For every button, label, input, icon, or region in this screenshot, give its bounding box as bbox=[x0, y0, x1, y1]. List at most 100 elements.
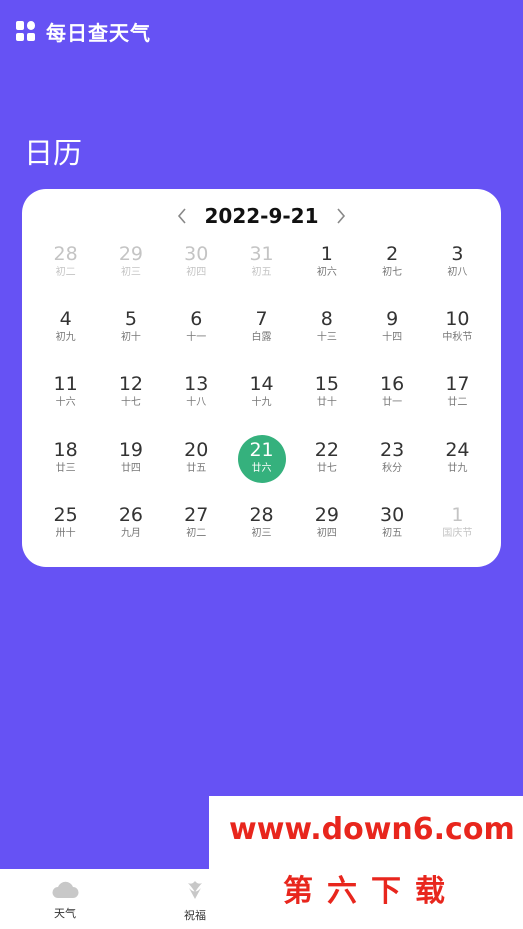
day-number: 13 bbox=[184, 373, 209, 396]
calendar-day[interactable]: 29 初四 bbox=[294, 496, 359, 561]
day-lunar-label: 十七 bbox=[120, 397, 141, 409]
calendar-day[interactable]: 1 初六 bbox=[294, 235, 359, 300]
day-lunar-label: 初四 bbox=[186, 267, 207, 278]
day-lunar-label: 初五 bbox=[382, 527, 403, 539]
day-lunar-label: 十一 bbox=[186, 332, 207, 344]
calendar-day[interactable]: 8 十三 bbox=[294, 300, 359, 365]
cloud-icon bbox=[52, 881, 79, 898]
nav-label-weather: 天气 bbox=[54, 907, 76, 920]
day-number: 29 bbox=[118, 243, 144, 265]
calendar-day[interactable]: 5 初十 bbox=[98, 300, 163, 365]
day-number: 17 bbox=[445, 373, 470, 396]
watermark-url: www.down6.com bbox=[229, 812, 515, 847]
day-number: 5 bbox=[124, 308, 137, 331]
day-number: 10 bbox=[445, 308, 470, 331]
day-lunar-label: 中秋节 bbox=[442, 332, 473, 344]
calendar-day[interactable]: 12 十七 bbox=[98, 365, 163, 430]
day-lunar-label: 初二 bbox=[186, 527, 207, 539]
day-lunar-label: 廿三 bbox=[55, 462, 76, 474]
day-number: 28 bbox=[53, 243, 78, 265]
calendar-day[interactable]: 11 十六 bbox=[33, 365, 98, 430]
calendar-day[interactable]: 23 秋分 bbox=[359, 431, 424, 496]
calendar-day[interactable]: 3 初八 bbox=[425, 235, 490, 300]
page-title: 日历 bbox=[24, 136, 83, 170]
day-number: 8 bbox=[320, 308, 333, 331]
day-lunar-label: 十九 bbox=[251, 397, 272, 409]
calendar-day[interactable]: 31 初五 bbox=[229, 235, 294, 300]
calendar-day[interactable]: 4 初九 bbox=[33, 300, 98, 365]
day-number: 14 bbox=[249, 373, 274, 396]
day-lunar-label: 初九 bbox=[55, 332, 76, 344]
calendar-day[interactable]: 25 卅十 bbox=[33, 496, 98, 561]
day-number: 23 bbox=[380, 438, 405, 461]
day-number: 31 bbox=[249, 243, 274, 265]
day-lunar-label: 九月 bbox=[120, 527, 141, 539]
day-number: 12 bbox=[118, 373, 144, 396]
calendar-day[interactable]: 16 廿一 bbox=[359, 365, 424, 430]
calendar-day[interactable]: 9 十四 bbox=[359, 300, 424, 365]
calendar-nav: 2022-9-21 bbox=[22, 203, 501, 229]
calendar-day[interactable]: 30 初四 bbox=[164, 235, 229, 300]
day-lunar-label: 十八 bbox=[186, 397, 207, 409]
calendar-day[interactable]: 7 白露 bbox=[229, 300, 294, 365]
day-number: 22 bbox=[314, 438, 339, 461]
day-number: 26 bbox=[118, 503, 144, 526]
flower-icon bbox=[188, 881, 202, 899]
calendar-card: 2022-9-21 28 初二 29 初三 30 初四 31 初五 1 初六 2 初七 3 初八 4 初九 5 初… bbox=[22, 189, 501, 567]
day-number: 3 bbox=[451, 243, 464, 265]
day-lunar-label: 卅十 bbox=[55, 527, 76, 539]
day-lunar-label: 十三 bbox=[316, 332, 337, 344]
day-lunar-label: 廿十 bbox=[316, 397, 337, 409]
next-month-button[interactable] bbox=[331, 206, 351, 226]
calendar-day[interactable]: 18 廿三 bbox=[33, 431, 98, 496]
prev-month-button[interactable] bbox=[172, 206, 192, 226]
calendar-day[interactable]: 22 廿七 bbox=[294, 431, 359, 496]
day-number: 6 bbox=[190, 308, 203, 331]
day-number: 30 bbox=[184, 243, 209, 265]
app-grid-icon bbox=[16, 21, 36, 41]
calendar-day[interactable]: 14 十九 bbox=[229, 365, 294, 430]
calendar-day[interactable]: 2 初七 bbox=[359, 235, 424, 300]
calendar-day[interactable]: 13 十八 bbox=[164, 365, 229, 430]
day-lunar-label: 十四 bbox=[382, 332, 403, 344]
day-number: 4 bbox=[59, 308, 72, 331]
calendar-grid: 28 初二 29 初三 30 初四 31 初五 1 初六 2 初七 3 初八 4 初九 5 初十 6 十一 7 白露 8 十三… bbox=[33, 235, 490, 561]
day-lunar-label: 廿六 bbox=[251, 462, 272, 474]
day-lunar-label: 秋分 bbox=[382, 462, 403, 474]
calendar-day[interactable]: 17 廿二 bbox=[425, 365, 490, 430]
watermark-name: 第六下载 bbox=[283, 874, 459, 909]
calendar-day[interactable]: 28 初二 bbox=[33, 235, 98, 300]
calendar-day[interactable]: 27 初二 bbox=[164, 496, 229, 561]
calendar-day[interactable]: 19 廿四 bbox=[98, 431, 163, 496]
calendar-day[interactable]: 30 初五 bbox=[359, 496, 424, 561]
calendar-day[interactable]: 20 廿五 bbox=[164, 431, 229, 496]
day-number: 24 bbox=[445, 438, 470, 461]
day-lunar-label: 初六 bbox=[316, 267, 337, 278]
calendar-day[interactable]: 26 九月 bbox=[98, 496, 163, 561]
calendar-day[interactable]: 6 十一 bbox=[164, 300, 229, 365]
day-lunar-label: 国庆节 bbox=[442, 527, 473, 539]
nav-label-blessing: 祝福 bbox=[184, 909, 206, 922]
calendar-day[interactable]: 15 廿十 bbox=[294, 365, 359, 430]
day-lunar-label: 廿七 bbox=[316, 462, 337, 474]
calendar-day-selected[interactable]: 21 廿六 bbox=[229, 431, 294, 496]
nav-item-weather[interactable]: 天气 bbox=[35, 879, 95, 921]
calendar-day[interactable]: 29 初三 bbox=[98, 235, 163, 300]
day-number: 15 bbox=[314, 373, 339, 396]
calendar-day[interactable]: 1 国庆节 bbox=[425, 496, 490, 561]
day-lunar-label: 廿四 bbox=[120, 462, 141, 474]
day-number: 28 bbox=[249, 503, 274, 526]
current-date: 2022-9-21 bbox=[204, 204, 319, 228]
chevron-left-icon bbox=[178, 208, 187, 224]
calendar-day[interactable]: 28 初三 bbox=[229, 496, 294, 561]
calendar-day[interactable]: 24 廿九 bbox=[425, 431, 490, 496]
day-lunar-label: 初三 bbox=[251, 527, 272, 539]
day-number: 25 bbox=[53, 503, 78, 526]
app-title: 每日查天气 bbox=[46, 20, 151, 45]
day-number: 21 bbox=[249, 438, 274, 461]
day-number: 1 bbox=[451, 503, 464, 526]
calendar-day[interactable]: 10 中秋节 bbox=[425, 300, 490, 365]
watermark: www.down6.com 第六下载 bbox=[209, 796, 523, 929]
day-number: 27 bbox=[184, 503, 209, 526]
day-lunar-label: 廿二 bbox=[447, 397, 468, 409]
